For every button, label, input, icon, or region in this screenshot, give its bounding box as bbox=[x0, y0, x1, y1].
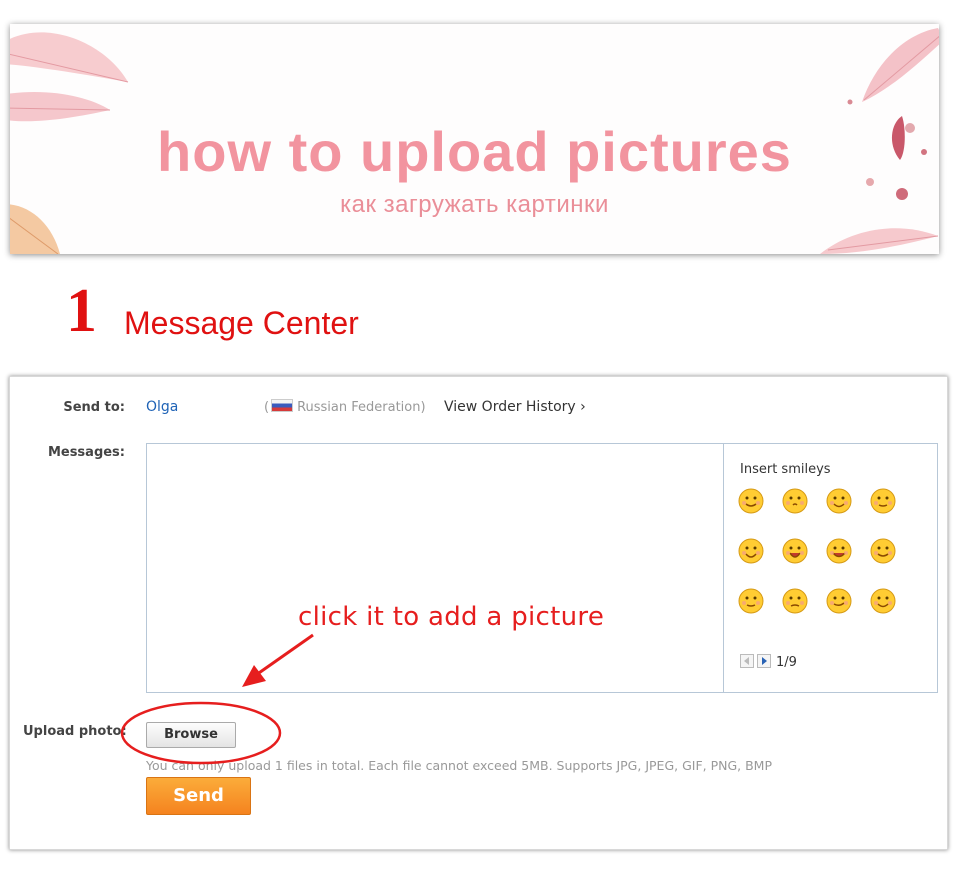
wink-tongue-icon[interactable] bbox=[824, 486, 854, 516]
tongue-out-icon[interactable] bbox=[736, 536, 766, 566]
shy-hands-icon[interactable] bbox=[736, 586, 766, 616]
hands-on-cheeks-icon[interactable] bbox=[868, 586, 898, 616]
feather-decoration-top-left bbox=[10, 32, 129, 122]
banner-title: how to upload pictures bbox=[157, 120, 792, 183]
arrow-right-icon bbox=[762, 657, 767, 665]
smiley-panel: Insert smileys 1/9 bbox=[724, 443, 938, 693]
recipient-country: ( Russian Federation) bbox=[264, 399, 426, 415]
country-paren-close: ) bbox=[420, 400, 426, 415]
previous-page-button[interactable] bbox=[740, 654, 754, 668]
message-textarea[interactable] bbox=[146, 443, 724, 693]
recipient-link[interactable]: Olga bbox=[146, 399, 178, 415]
laugh-big-mouth-icon[interactable] bbox=[780, 536, 810, 566]
send-to-label: Send to: bbox=[63, 400, 125, 415]
step-title: Message Center bbox=[124, 305, 359, 341]
arrow-left-icon bbox=[744, 657, 749, 665]
step-number: 1 bbox=[66, 277, 97, 345]
smiley-pager: 1/9 bbox=[740, 654, 797, 670]
blush-icon[interactable] bbox=[868, 486, 898, 516]
annotation-text: click it to add a picture bbox=[298, 602, 605, 632]
tired-icon[interactable] bbox=[780, 586, 810, 616]
smile-icon[interactable] bbox=[736, 486, 766, 516]
country-paren-open: ( bbox=[264, 400, 270, 415]
smiley-page-indicator: 1/9 bbox=[776, 655, 797, 670]
message-panel: Send to: Olga ( Russian Federation) View … bbox=[9, 376, 948, 850]
russia-flag-icon bbox=[271, 399, 294, 412]
crying-laugh-icon[interactable] bbox=[824, 536, 854, 566]
upload-photo-label: Upload photo: bbox=[23, 724, 127, 739]
country-name: Russian Federation bbox=[297, 400, 421, 415]
upload-note: You can only upload 1 files in total. Ea… bbox=[146, 758, 773, 773]
view-order-history-link[interactable]: View Order History › bbox=[444, 399, 586, 415]
next-page-button[interactable] bbox=[757, 654, 771, 668]
banner: how to upload pictures как загружать кар… bbox=[10, 24, 939, 254]
browse-button[interactable]: Browse bbox=[146, 722, 236, 748]
chevron-right-icon: › bbox=[580, 399, 586, 415]
giggle-icon[interactable] bbox=[868, 536, 898, 566]
send-button[interactable]: Send bbox=[146, 777, 251, 815]
messages-label: Messages: bbox=[47, 445, 125, 460]
kiss-icon[interactable] bbox=[780, 486, 810, 516]
smirk-icon[interactable] bbox=[824, 586, 854, 616]
view-order-history-label: View Order History bbox=[444, 399, 576, 415]
insert-smileys-title: Insert smileys bbox=[740, 462, 831, 477]
banner-subtitle: как загружать картинки bbox=[340, 191, 609, 218]
